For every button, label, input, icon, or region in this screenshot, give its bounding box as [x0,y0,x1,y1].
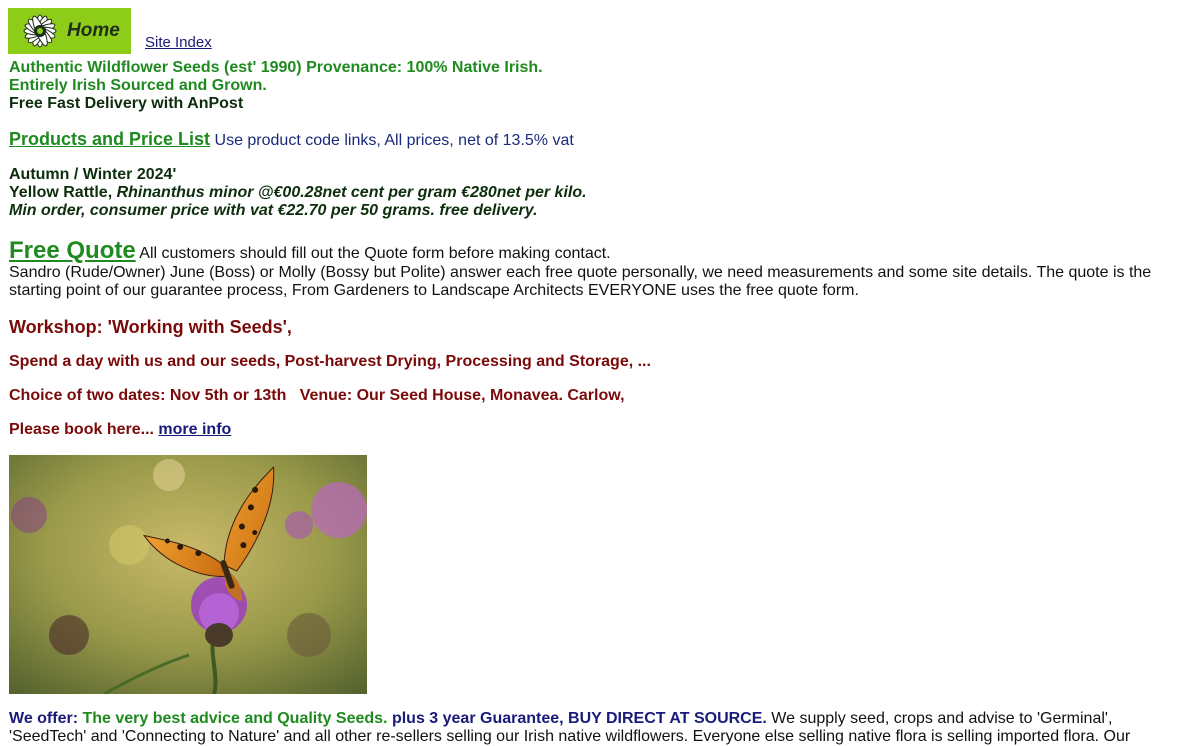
daisy-icon [23,14,57,48]
products-price-list-link[interactable]: Products and Price List [9,129,210,149]
page: Home Site Index Authentic Wildflower See… [8,8,1179,745]
workshop-booking: Please book here... more info [9,421,231,439]
offer-paragraph: We offer: The very best advice and Quali… [9,710,1169,746]
home-label: Home [67,20,120,41]
min-order-text: Min order, consumer price with vat €22.7… [9,202,538,219]
workshop-title: Workshop: 'Working with Seeds', [9,317,292,337]
quote-lead: All customers should fill out the Quote … [135,245,611,262]
item-detail: Rhinanthus minor @€00.28net cent per gra… [116,184,587,201]
we-offer-label: We offer: [9,710,83,727]
products-row: Products and Price List Use product code… [9,129,574,150]
item-name: Yellow Rattle, [9,184,117,201]
yellow-rattle-offer: Yellow Rattle, Rhinanthus minor @€00.28n… [9,184,587,202]
more-info-link[interactable]: more info [158,421,231,438]
quote-paragraph: Sandro (Rude/Owner) June (Boss) or Molly… [9,264,1152,299]
booking-text: Please book here... [9,421,159,438]
home-logo-button[interactable]: Home [8,8,131,54]
site-index-link[interactable]: Site Index [145,34,212,51]
products-note: Use product code links, All prices, net … [210,132,574,149]
workshop-description: Spend a day with us and our seeds, Post-… [9,353,651,370]
intro-irish-grown: Entirely Irish Sourced and Grown. [9,77,267,94]
advice-text: The very best advice and Quality Seeds. [82,710,388,727]
quote-row: Free Quote All customers should fill out… [9,237,611,265]
workshop-dates: Choice of two dates: Nov 5th or 13th Ven… [9,387,625,404]
butterfly-photo [9,455,367,694]
guarantee-text: plus 3 year Guarantee, BUY DIRECT AT SOU… [387,710,767,727]
season-heading: Autumn / Winter 2024' [9,166,177,183]
free-quote-link[interactable]: Free Quote [9,237,136,264]
intro-delivery: Free Fast Delivery with AnPost [9,95,244,112]
intro-provenance: Authentic Wildflower Seeds (est' 1990) P… [9,59,543,76]
top-bar: Home Site Index [8,8,1179,55]
